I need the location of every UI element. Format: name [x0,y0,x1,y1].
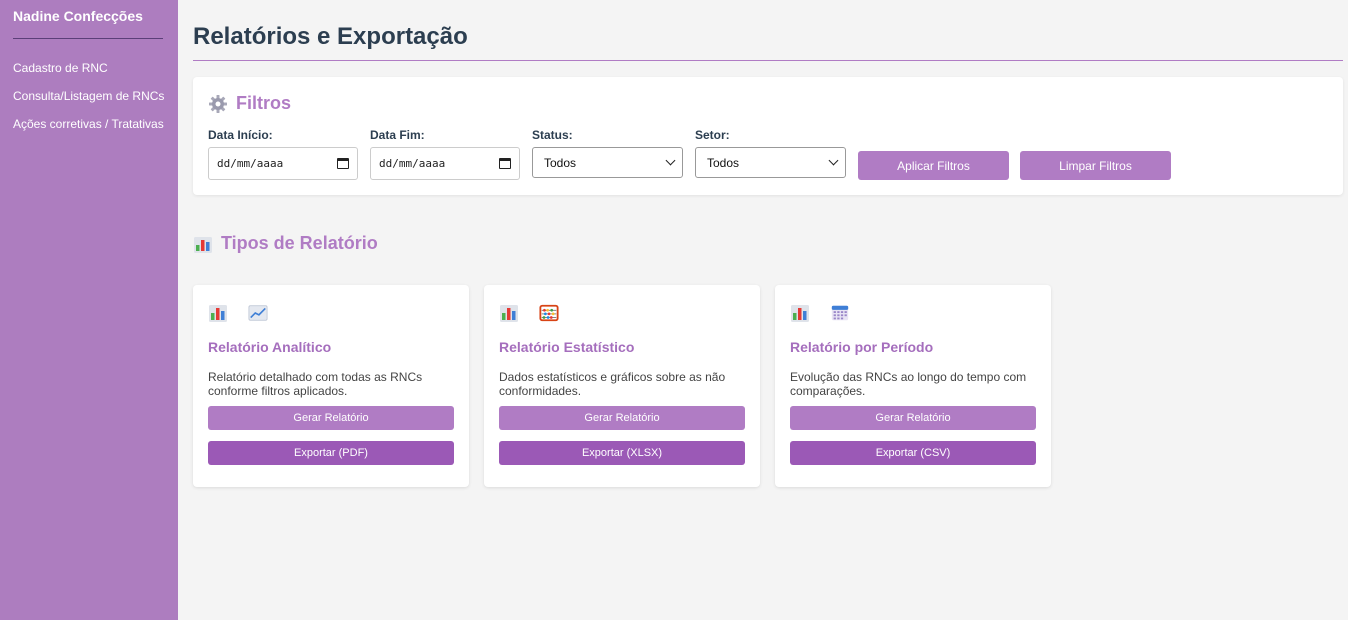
end-date-label: Data Fim: [370,128,425,142]
filters-heading: Filtros [208,93,1328,114]
bar-chart-icon [193,234,213,254]
calendar-icon[interactable] [499,158,511,169]
line-chart-icon [248,303,268,323]
filter-row: Data Início: dd/mm/aaaa Data Fim: dd/mm/… [208,128,1328,180]
generate-report-button[interactable]: Gerar Relatório [499,406,745,430]
card-title: Relatório Estatístico [499,339,635,355]
status-group: Status: Todos [532,128,683,180]
bar-chart-icon [208,303,228,323]
sector-value: Todos [707,155,740,170]
gear-icon [208,94,228,114]
end-date-placeholder: dd/mm/aaaa [379,157,446,170]
export-csv-button[interactable]: Exportar (CSV) [790,441,1036,465]
start-date-input[interactable]: dd/mm/aaaa [208,147,358,180]
page-title: Relatórios e Exportação [193,23,1343,61]
card-title: Relatório por Período [790,339,934,355]
card-description: Dados estatísticos e gráficos sobre as n… [499,370,726,398]
card-title: Relatório Analítico [208,339,332,355]
brand-name: Nadine Confecções [13,8,163,39]
end-date-input[interactable]: dd/mm/aaaa [370,147,520,180]
start-date-label: Data Início: [208,128,273,142]
chevron-down-icon [665,155,676,166]
card-description: Evolução das RNCs ao longo do tempo com … [790,370,1027,398]
start-date-group: Data Início: dd/mm/aaaa [208,128,358,180]
card-icons [208,303,454,323]
filters-title: Filtros [236,93,292,113]
export-xlsx-button[interactable]: Exportar (XLSX) [499,441,745,465]
sector-label: Setor: [695,128,730,142]
report-types-title: Tipos de Relatório [221,233,378,253]
calendar-icon[interactable] [337,158,349,169]
status-value: Todos [544,155,577,170]
start-date-placeholder: dd/mm/aaaa [217,157,284,170]
bar-chart-icon [790,303,810,323]
report-card-periodo: Relatório por Período Evolução das RNCs … [775,285,1051,487]
card-description: Relatório detalhado com todas as RNCs co… [208,370,423,398]
sidebar-item-acoes-corretivas[interactable]: Ações corretivas / Tratativas [13,117,165,131]
abacus-icon [539,303,559,323]
report-types-heading: Tipos de Relatório [193,233,1343,254]
report-cards: Relatório Analítico Relatório detalhado … [193,285,1343,487]
card-icons [499,303,745,323]
sector-group: Setor: Todos [695,128,846,180]
end-date-group: Data Fim: dd/mm/aaaa [370,128,520,180]
sector-select[interactable]: Todos [695,147,846,178]
generate-report-button[interactable]: Gerar Relatório [790,406,1036,430]
sidebar-item-consulta-rncs[interactable]: Consulta/Listagem de RNCs [13,89,165,103]
sidebar-item-cadastro-rnc[interactable]: Cadastro de RNC [13,61,165,75]
main-content: Relatórios e Exportação Filtros Data Iní… [193,0,1343,487]
report-card-estatistico: Relatório Estatístico Dados estatísticos… [484,285,760,487]
status-select[interactable]: Todos [532,147,683,178]
clear-filters-button[interactable]: Limpar Filtros [1020,151,1171,180]
apply-filters-button[interactable]: Aplicar Filtros [858,151,1009,180]
export-pdf-button[interactable]: Exportar (PDF) [208,441,454,465]
sidebar: Nadine Confecções Cadastro de RNC Consul… [0,0,178,620]
bar-chart-icon [499,303,519,323]
card-icons [790,303,1036,323]
status-label: Status: [532,128,573,142]
sidebar-nav: Cadastro de RNC Consulta/Listagem de RNC… [13,61,165,131]
filters-card: Filtros Data Início: dd/mm/aaaa Data Fim… [193,77,1343,195]
chevron-down-icon [828,155,839,166]
calendar-icon [830,303,850,323]
report-card-analitico: Relatório Analítico Relatório detalhado … [193,285,469,487]
generate-report-button[interactable]: Gerar Relatório [208,406,454,430]
